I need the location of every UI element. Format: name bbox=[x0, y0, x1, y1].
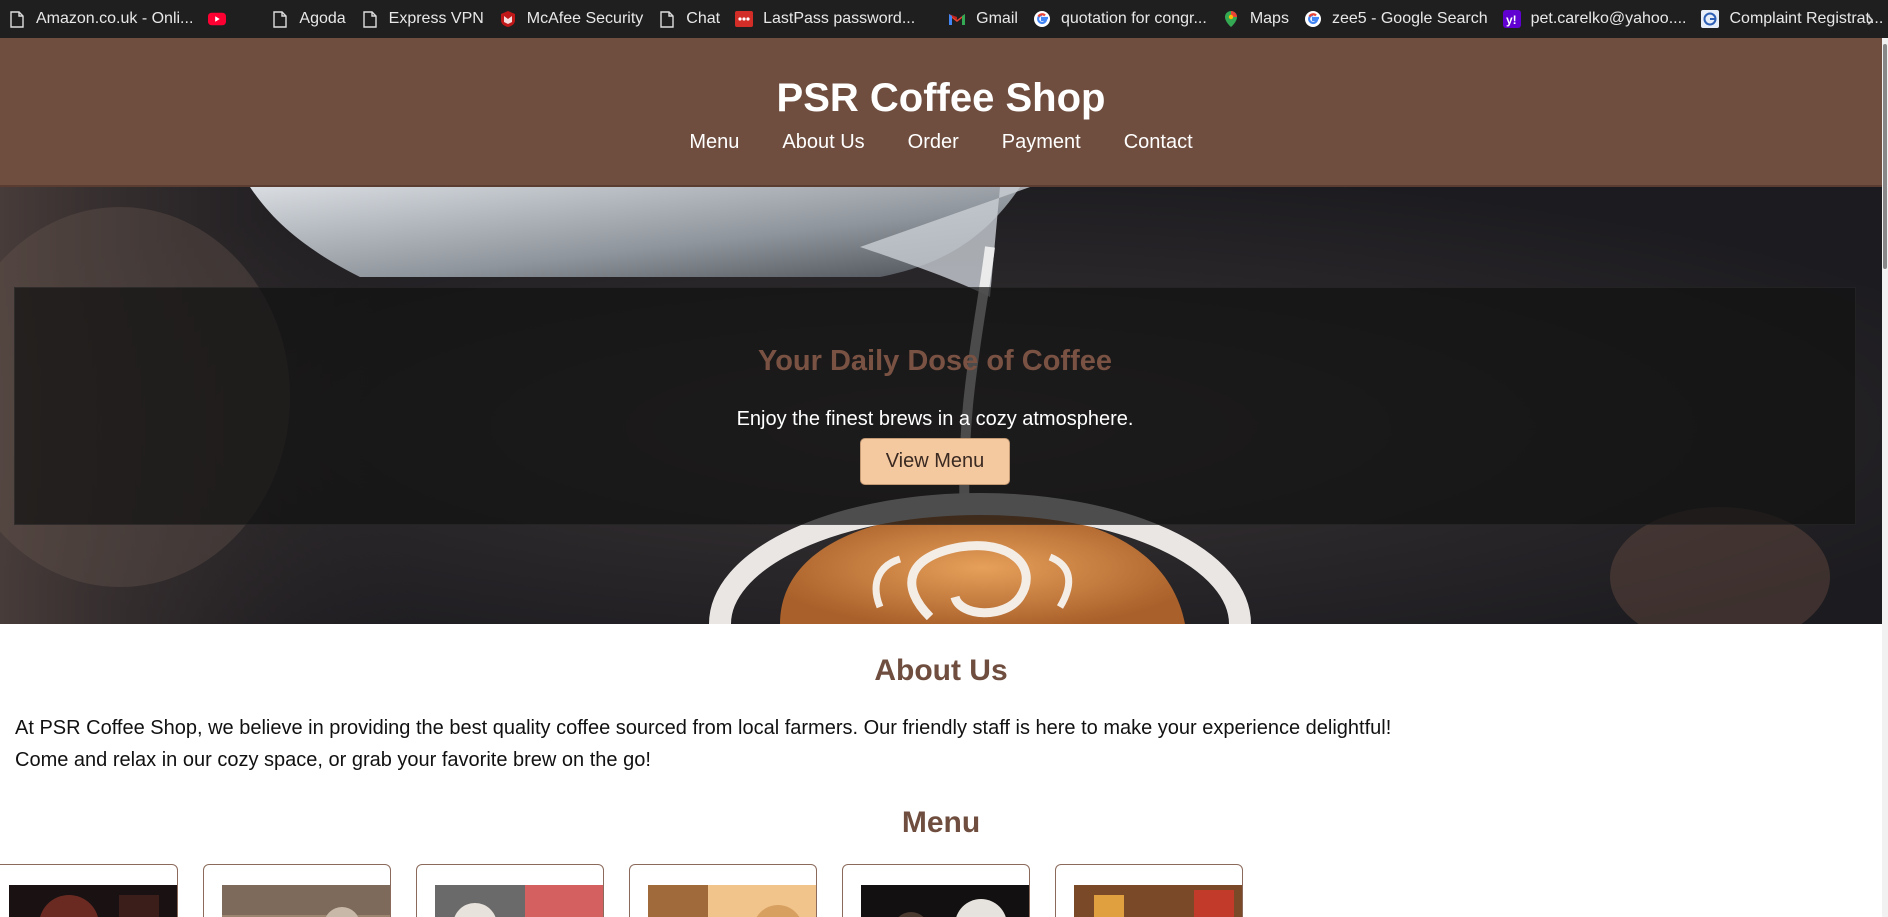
menu-card-image bbox=[222, 885, 390, 917]
about-heading: About Us bbox=[874, 654, 1008, 687]
bookmark-maps[interactable]: Maps bbox=[1216, 0, 1298, 38]
page-icon bbox=[8, 10, 26, 28]
menu-card[interactable] bbox=[1055, 864, 1243, 917]
svg-text:y!: y! bbox=[1506, 13, 1517, 27]
bookmarks-bar: Amazon.co.uk - Onli... Agoda Express VPN… bbox=[0, 0, 1888, 38]
menu-card-image bbox=[435, 885, 603, 917]
bookmark-amazon[interactable]: Amazon.co.uk - Onli... bbox=[2, 0, 202, 38]
site-header: PSR Coffee Shop Menu About Us Order Paym… bbox=[0, 38, 1882, 187]
page-viewport: PSR Coffee Shop Menu About Us Order Paym… bbox=[0, 38, 1882, 917]
site-title: PSR Coffee Shop bbox=[776, 76, 1106, 120]
youtube-icon bbox=[208, 10, 227, 28]
about-text: At PSR Coffee Shop, we believe in provid… bbox=[15, 717, 1392, 771]
menu-card-image bbox=[861, 885, 1029, 917]
page-icon bbox=[361, 10, 379, 28]
main-nav: Menu About Us Order Payment Contact bbox=[0, 131, 1882, 154]
bookmark-gmail[interactable]: Gmail bbox=[942, 0, 1027, 38]
bookmark-agoda[interactable]: Agoda bbox=[265, 0, 354, 38]
menu-card[interactable] bbox=[629, 864, 817, 917]
view-menu-button[interactable]: View Menu bbox=[859, 438, 1011, 485]
about-section: About Us At PSR Coffee Shop, we believe … bbox=[0, 654, 1882, 776]
bookmark-lastpass[interactable]: LastPass password... bbox=[729, 0, 924, 38]
bookmark-yahoo[interactable]: y! pet.carelko@yahoo.... bbox=[1497, 0, 1696, 38]
yahoo-icon: y! bbox=[1502, 10, 1521, 28]
menu-heading: Menu bbox=[901, 806, 981, 839]
nav-order[interactable]: Order bbox=[908, 131, 959, 154]
maps-icon bbox=[1222, 10, 1240, 28]
nav-contact[interactable]: Contact bbox=[1124, 131, 1193, 154]
bookmark-quotation[interactable]: quotation for congr... bbox=[1027, 0, 1216, 38]
hero-title: Your Daily Dose of Coffee bbox=[758, 345, 1112, 377]
nav-payment[interactable]: Payment bbox=[1002, 131, 1081, 154]
bookmark-chat[interactable]: Chat bbox=[652, 0, 729, 38]
bookmark-mcafee[interactable]: McAfee Security bbox=[493, 0, 652, 38]
menu-card-image bbox=[9, 885, 177, 917]
menu-card-row bbox=[0, 864, 1882, 917]
gmail-icon bbox=[948, 10, 966, 28]
google-icon bbox=[1033, 10, 1051, 28]
nav-about-us[interactable]: About Us bbox=[782, 131, 864, 154]
menu-card[interactable] bbox=[842, 864, 1030, 917]
menu-card-image bbox=[1074, 885, 1242, 917]
scrollbar-thumb[interactable] bbox=[1883, 44, 1887, 269]
menu-card[interactable] bbox=[416, 864, 604, 917]
mcafee-icon bbox=[499, 10, 517, 28]
lastpass-icon bbox=[735, 10, 754, 28]
bookmark-zee5-search[interactable]: zee5 - Google Search bbox=[1298, 0, 1497, 38]
complaint-icon bbox=[1701, 10, 1720, 28]
hero-section: Your Daily Dose of Coffee Enjoy the fine… bbox=[0, 187, 1882, 624]
page-icon bbox=[271, 10, 289, 28]
hero-overlay-panel: Your Daily Dose of Coffee Enjoy the fine… bbox=[14, 287, 1856, 525]
bookmark-express-vpn[interactable]: Express VPN bbox=[355, 0, 493, 38]
bookmark-youtube[interactable] bbox=[202, 0, 245, 38]
menu-card[interactable] bbox=[0, 864, 178, 917]
google-icon bbox=[1304, 10, 1322, 28]
bookmarks-overflow-chevron-icon[interactable]: › bbox=[1867, 0, 1874, 38]
page-icon bbox=[658, 10, 676, 28]
menu-card-image bbox=[648, 885, 816, 917]
menu-section: Menu bbox=[0, 806, 1882, 917]
hero-subtitle: Enjoy the finest brews in a cozy atmosph… bbox=[736, 408, 1134, 430]
bookmark-complaint[interactable]: Complaint Registrat... bbox=[1695, 0, 1888, 38]
page-scrollbar[interactable] bbox=[1882, 38, 1888, 917]
menu-card[interactable] bbox=[203, 864, 391, 917]
nav-menu[interactable]: Menu bbox=[689, 131, 739, 154]
